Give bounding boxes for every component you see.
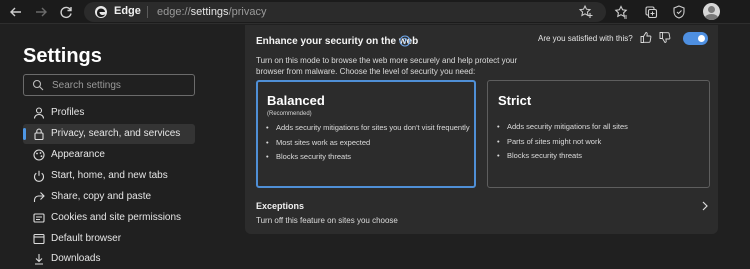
add-favorite-icon[interactable] (578, 4, 594, 20)
edge-logo-icon (95, 6, 107, 18)
sidebar-item-label: Privacy, search, and services (51, 128, 181, 139)
sidebar-item-cookies[interactable]: Cookies and site permissions (23, 208, 195, 228)
card-title: Enhance your security on the web (256, 36, 419, 47)
sidebar-item-label: Cookies and site permissions (51, 212, 182, 223)
toggle-knob (698, 35, 705, 42)
bullet-item: Blocks security threats (266, 152, 471, 162)
option-subtitle: (Recommended) (267, 111, 312, 117)
settings-sidebar: Settings Profiles Privacy, search, and s… (0, 25, 212, 269)
feedback-question: Are you satisfied with this? (538, 34, 633, 43)
exceptions-description: Turn off this feature on sites you choos… (256, 216, 398, 225)
cookies-icon (33, 213, 45, 223)
sidebar-item-label: Downloads (51, 253, 101, 264)
sidebar-item-appearance[interactable]: Appearance (23, 145, 195, 165)
refresh-icon[interactable] (58, 4, 74, 20)
option-strict[interactable]: Strict Adds security mitigations for all… (487, 80, 710, 188)
browser-toolbar: Edge edge://settings/privacy (0, 0, 750, 24)
option-balanced[interactable]: Balanced (Recommended) Adds security mit… (256, 80, 476, 188)
profile-avatar[interactable] (703, 3, 720, 20)
card-description: Turn on this mode to browse the web more… (256, 56, 518, 76)
sidebar-item-default-browser[interactable]: Default browser (23, 229, 195, 249)
url-suffix: /privacy (228, 6, 267, 18)
thumbs-up-icon[interactable] (640, 31, 652, 44)
address-bar[interactable]: Edge edge://settings/privacy (84, 2, 606, 22)
sidebar-item-share[interactable]: Share, copy and paste (23, 187, 195, 207)
favorites-icon[interactable] (613, 4, 629, 20)
address-divider (147, 6, 148, 18)
forward-icon[interactable] (33, 4, 49, 20)
bullet-item: Most sites work as expected (266, 138, 471, 148)
settings-title: Settings (23, 45, 102, 67)
search-settings-box[interactable] (23, 74, 195, 96)
option-bullets: Adds security mitigations for all sites … (497, 122, 702, 166)
address-url[interactable]: edge://settings/privacy (157, 6, 266, 18)
bullet-item: Parts of sites might not work (497, 137, 702, 147)
sidebar-item-start-home[interactable]: Start, home, and new tabs (23, 166, 195, 186)
bullet-item: Blocks security threats (497, 151, 702, 161)
url-highlight: settings (190, 6, 229, 18)
download-icon (35, 254, 43, 265)
person-icon (33, 107, 45, 119)
sidebar-item-label: Start, home, and new tabs (51, 170, 168, 181)
bullet-item: Adds security mitigations for all sites (497, 122, 702, 132)
option-title: Strict (498, 93, 532, 108)
option-title: Balanced (267, 93, 325, 108)
chevron-right-icon[interactable] (700, 200, 710, 212)
power-icon (34, 170, 44, 182)
sidebar-item-downloads[interactable]: Downloads (23, 249, 195, 269)
share-icon (33, 192, 45, 202)
address-brand: Edge (114, 5, 141, 17)
sidebar-item-label: Profiles (51, 107, 85, 118)
lock-icon (34, 128, 44, 141)
sidebar-item-privacy[interactable]: Privacy, search, and services (23, 124, 195, 144)
sidebar-item-label: Default browser (51, 233, 122, 244)
option-bullets: Adds security mitigations for sites you … (266, 123, 471, 167)
sidebar-item-label: Share, copy and paste (51, 191, 152, 202)
thumbs-down-icon[interactable] (659, 31, 671, 44)
back-icon[interactable] (8, 4, 24, 20)
sidebar-item-profiles[interactable]: Profiles (23, 103, 195, 123)
security-toggle[interactable] (683, 32, 708, 45)
exceptions-title[interactable]: Exceptions (256, 201, 304, 211)
collections-icon[interactable] (643, 4, 659, 20)
url-prefix: edge:// (157, 6, 191, 18)
search-input[interactable] (52, 78, 188, 93)
active-indicator (23, 128, 26, 140)
help-icon[interactable] (399, 35, 411, 47)
browser-icon (33, 233, 45, 245)
security-card: Enhance your security on the web Are you… (245, 25, 718, 234)
browser-essentials-icon[interactable] (671, 4, 687, 20)
sidebar-item-label: Appearance (51, 149, 105, 160)
search-icon (32, 79, 44, 91)
appearance-icon (33, 149, 45, 161)
bullet-item: Adds security mitigations for sites you … (266, 123, 471, 133)
